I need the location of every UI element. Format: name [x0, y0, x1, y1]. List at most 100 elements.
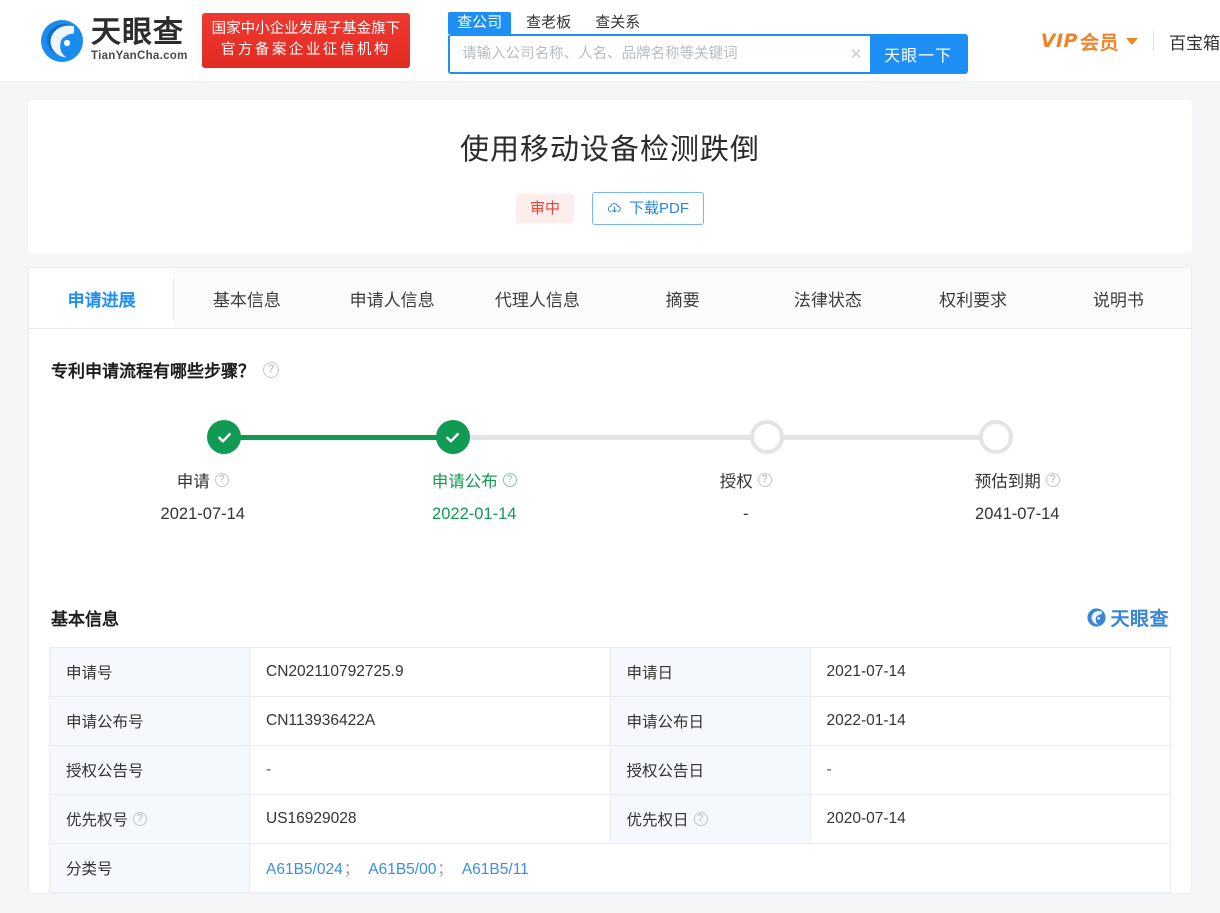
- classification-link[interactable]: A61B5/11: [462, 861, 529, 878]
- tab-legal-status[interactable]: 法律状态: [755, 268, 900, 328]
- help-icon[interactable]: ?: [214, 473, 229, 488]
- label-text: 分类号: [66, 861, 113, 879]
- stepper-node-expiry[interactable]: [978, 420, 1013, 455]
- search-bar: ✕ 天眼一下: [448, 33, 969, 74]
- cell-label-publication-date: 申请公布日: [609, 696, 811, 747]
- vip-label-en: VIP: [1040, 30, 1078, 52]
- cell-label-application-date: 申请日: [609, 647, 811, 698]
- cell-value-classification: A61B5/024； A61B5/00； A61B5/11: [249, 843, 1171, 894]
- label-text: 申请号: [66, 665, 113, 683]
- label-text: 优先权号: [66, 812, 129, 830]
- step-publication: 申请公布 ? 2022-01-14: [339, 468, 611, 524]
- logo-text-cn: 天眼查: [91, 15, 184, 51]
- site-logo[interactable]: 天眼查 TianYanCha.com: [40, 18, 188, 63]
- classification-link[interactable]: A61B5/024: [266, 861, 343, 878]
- classification-link[interactable]: A61B5/00: [368, 861, 436, 878]
- tab-agent-info[interactable]: 代理人信息: [465, 268, 610, 328]
- table-row: 分类号 A61B5/024； A61B5/00； A61B5/11: [49, 843, 1171, 894]
- tab-claims[interactable]: 权利要求: [901, 268, 1046, 328]
- classification-separator: ；: [437, 861, 453, 879]
- download-pdf-button[interactable]: 下载PDF: [592, 192, 705, 226]
- cell-value-application-number: CN202110792725.9: [249, 647, 611, 698]
- tab-application-progress[interactable]: 申请进展: [29, 268, 175, 329]
- step-application-date: 2021-07-14: [160, 505, 245, 524]
- cell-label-priority-number: 优先权号 ?: [49, 794, 250, 845]
- table-row: 申请号 CN202110792725.9 申请日 2021-07-14: [49, 647, 1171, 698]
- search-input[interactable]: [450, 35, 843, 72]
- stepper-node-application[interactable]: [207, 420, 242, 455]
- stepper-line-1-2: [224, 435, 453, 441]
- gov-badge-line2: 官方备案企业征信机构: [220, 42, 391, 58]
- tianyancha-watermark-icon: [1087, 608, 1107, 627]
- help-icon[interactable]: ?: [263, 361, 279, 378]
- basic-info-header: 基本信息 天眼查: [51, 604, 1169, 631]
- table-row: 优先权号 ? US16929028 优先权日 ? 2020-07-14: [49, 794, 1171, 845]
- page-body: 使用移动设备检测跌倒 审中 下载PDF 申请进展 基本信息 申请人信息 代理人信…: [0, 82, 1220, 895]
- tab-description[interactable]: 说明书: [1046, 268, 1191, 328]
- progress-stepper: 申请 ? 2021-07-14 申请公布 ? 2022-01-14 授权 ? -…: [49, 420, 1171, 548]
- header-divider: [1153, 31, 1154, 51]
- stepper-node-grant[interactable]: [750, 420, 785, 455]
- step-grant-name: 授权: [719, 473, 753, 492]
- progress-heading: 专利申请流程有哪些步骤？: [51, 362, 255, 382]
- cell-value-priority-number: US16929028: [249, 794, 611, 845]
- check-icon: [218, 432, 231, 443]
- chevron-down-icon[interactable]: [1126, 37, 1138, 45]
- page-title: 使用移动设备检测跌倒: [459, 134, 760, 166]
- stepper-labels: 申请 ? 2021-07-14 申请公布 ? 2022-01-14 授权 ? -…: [67, 468, 1153, 524]
- cell-label-grant-date: 授权公告日: [609, 745, 811, 796]
- status-badge: 审中: [515, 194, 574, 224]
- cell-value-grant-number: -: [249, 745, 611, 796]
- search-block: 查公司 查老板 查关系 ✕ 天眼一下: [448, 8, 969, 74]
- label-text: 申请日: [626, 665, 674, 683]
- vip-membership-button[interactable]: VIP 会员: [1041, 28, 1138, 55]
- cell-label-grant-number: 授权公告号: [49, 745, 250, 796]
- detail-tabs: 申请进展 基本信息 申请人信息 代理人信息 摘要 法律状态 权利要求 说明书: [28, 267, 1192, 330]
- cell-value-publication-number: CN113936422A: [249, 696, 611, 747]
- search-tab-boss[interactable]: 查老板: [517, 12, 580, 34]
- help-icon[interactable]: ?: [133, 812, 148, 827]
- step-application: 申请 ? 2021-07-14: [67, 468, 339, 524]
- cloud-download-icon: [607, 203, 621, 213]
- cell-label-classification: 分类号: [49, 843, 250, 894]
- progress-heading-row: 专利申请流程有哪些步骤？ ?: [51, 357, 1171, 382]
- cell-label-application-number: 申请号: [49, 647, 250, 698]
- tianyancha-logo-icon: [41, 19, 83, 62]
- stepper-node-publication[interactable]: [435, 420, 470, 455]
- help-icon[interactable]: ?: [1045, 473, 1060, 488]
- tab-abstract[interactable]: 摘要: [610, 268, 755, 328]
- label-text: 授权公告日: [626, 763, 705, 781]
- logo-text-en: TianYanCha.com: [91, 50, 188, 63]
- tab-basic-info[interactable]: 基本信息: [174, 268, 319, 328]
- label-text: 优先权日: [626, 812, 689, 830]
- cell-value-priority-date: 2020-07-14: [809, 794, 1171, 845]
- help-icon[interactable]: ?: [502, 473, 517, 488]
- classification-separator: ；: [343, 861, 360, 879]
- label-text: 申请公布日: [626, 714, 705, 732]
- check-icon: [446, 432, 459, 443]
- step-publication-date: 2022-01-14: [432, 505, 517, 524]
- search-button[interactable]: 天眼一下: [870, 35, 967, 72]
- vip-label-cn: 会员: [1079, 32, 1119, 54]
- help-icon[interactable]: ?: [693, 812, 708, 827]
- nav-link-toolbox[interactable]: 百宝箱: [1169, 29, 1220, 54]
- patent-title-card: 使用移动设备检测跌倒 审中 下载PDF: [28, 100, 1192, 254]
- search-tab-company[interactable]: 查公司: [448, 11, 512, 34]
- label-text: 授权公告号: [66, 763, 144, 781]
- step-expiry-date: 2041-07-14: [975, 505, 1060, 524]
- step-publication-name: 申请公布: [431, 473, 498, 492]
- search-tab-relation[interactable]: 查关系: [586, 12, 649, 34]
- help-icon[interactable]: ?: [757, 473, 772, 488]
- tab-applicant-info[interactable]: 申请人信息: [320, 268, 465, 328]
- stepper-line-3-4: [767, 435, 996, 441]
- search-tabs: 查公司 查老板 查关系: [448, 8, 968, 34]
- watermark-text: 天眼查: [1110, 608, 1169, 631]
- clear-icon[interactable]: ✕: [842, 36, 870, 72]
- stepper-track: [67, 420, 1153, 455]
- table-row: 授权公告号 - 授权公告日 -: [49, 745, 1171, 796]
- download-pdf-label: 下载PDF: [629, 200, 690, 218]
- step-expiry-name: 预估到期: [974, 473, 1041, 492]
- watermark: 天眼查: [1087, 604, 1169, 631]
- step-grant-date: -: [743, 505, 749, 524]
- label-text: 申请公布号: [66, 714, 144, 732]
